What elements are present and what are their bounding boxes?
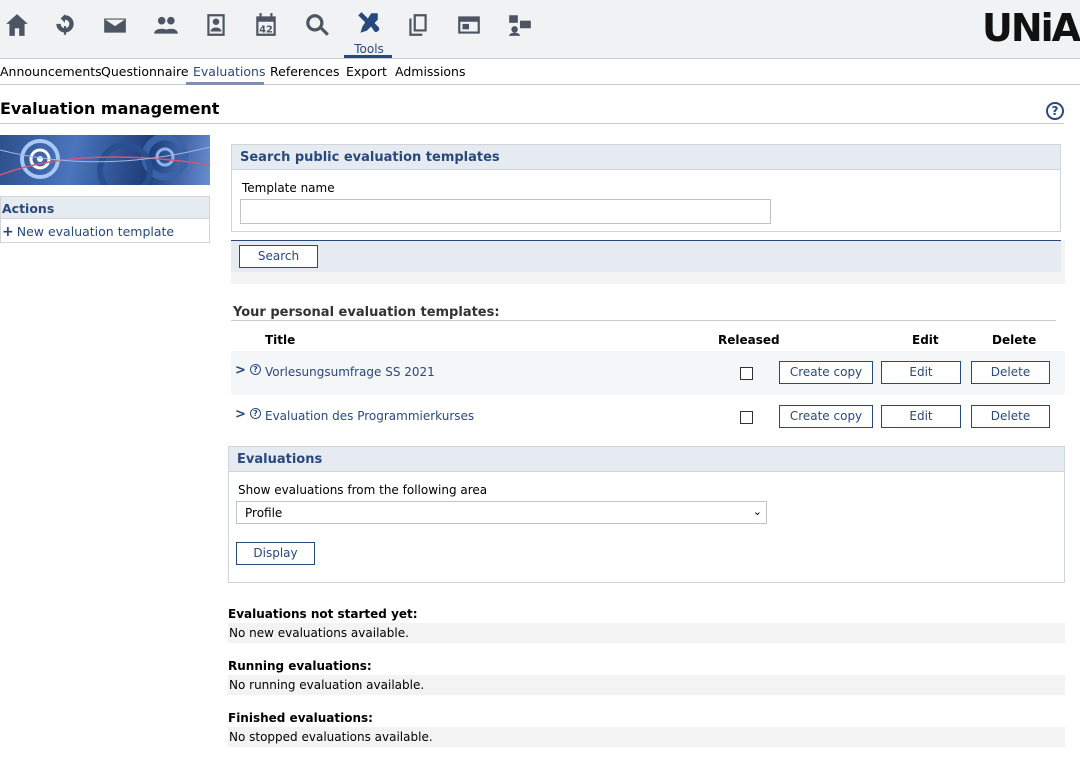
calendar-icon[interactable]: 42: [249, 12, 283, 46]
search-templates-panel: Search public evaluation templates Templ…: [231, 144, 1061, 232]
column-header-released: Released: [718, 333, 780, 347]
tab-export[interactable]: Export: [346, 64, 387, 79]
new-template-label: New evaluation template: [16, 224, 175, 239]
title-divider: [0, 123, 1064, 124]
released-checkbox[interactable]: [740, 411, 753, 424]
top-navigation-bar: 42 Tools UNiA: [0, 0, 1080, 58]
table-row: > ? Evaluation des Programmierkurses Cre…: [231, 395, 1065, 439]
template-title-link[interactable]: Vorlesungsumfrage SS 2021: [265, 365, 435, 379]
home-icon[interactable]: [0, 12, 34, 46]
released-checkbox[interactable]: [740, 367, 753, 380]
tab-admissions[interactable]: Admissions: [395, 64, 466, 79]
search-panel-title: Search public evaluation templates: [232, 145, 1060, 170]
search-icon[interactable]: [300, 12, 334, 46]
running-heading: Running evaluations:: [228, 659, 372, 673]
page-title: Evaluation management: [0, 99, 220, 118]
tools-nav-label[interactable]: Tools: [349, 42, 389, 56]
chat-icon[interactable]: [503, 12, 537, 46]
area-select-value: Profile: [245, 506, 283, 520]
tools-icon[interactable]: [351, 10, 385, 44]
evaluations-panel: Evaluations Show evaluations from the fo…: [228, 446, 1065, 583]
tab-references[interactable]: References: [270, 64, 339, 79]
not-started-message: No new evaluations available.: [228, 623, 1065, 643]
chevron-right-icon[interactable]: >: [235, 363, 246, 378]
university-logo: UNiA: [982, 6, 1080, 50]
chevron-right-icon[interactable]: >: [235, 407, 246, 422]
not-started-heading: Evaluations not started yet:: [228, 607, 418, 621]
sidebar-actions: Actions + New evaluation template: [0, 196, 210, 243]
finished-message: No stopped evaluations available.: [228, 727, 1065, 747]
column-header-title: Title: [265, 333, 296, 347]
activity-icon[interactable]: [48, 12, 82, 46]
template-title-link[interactable]: Evaluation des Programmierkurses: [265, 409, 474, 423]
sidebar-banner-image: [0, 135, 210, 185]
delete-button[interactable]: Delete: [971, 361, 1050, 384]
community-icon[interactable]: [149, 12, 183, 46]
template-name-label: Template name: [242, 181, 335, 195]
running-message: No running evaluation available.: [228, 675, 1065, 695]
table-row: > ? Vorlesungsumfrage SS 2021 Create cop…: [231, 351, 1065, 395]
info-icon[interactable]: ?: [250, 408, 261, 419]
files-icon[interactable]: [401, 12, 435, 46]
column-header-delete: Delete: [992, 333, 1037, 347]
sub-navigation-tabs: Announcements Questionnaire Evaluations …: [0, 58, 1080, 85]
edit-button[interactable]: Edit: [881, 361, 961, 384]
tab-announcements[interactable]: Announcements: [0, 64, 102, 79]
search-button[interactable]: Search: [239, 245, 318, 268]
actions-title: Actions: [1, 197, 209, 219]
search-panel-footer: [231, 240, 1061, 272]
profile-icon[interactable]: [199, 12, 233, 46]
delete-button[interactable]: Delete: [971, 405, 1050, 428]
svg-text:42: 42: [259, 25, 273, 36]
tab-questionnaire[interactable]: Questionnaire: [101, 64, 189, 79]
info-icon[interactable]: ?: [250, 364, 261, 375]
create-copy-button[interactable]: Create copy: [779, 405, 873, 428]
template-name-input[interactable]: [240, 199, 771, 224]
new-evaluation-template-link[interactable]: + New evaluation template: [1, 219, 209, 240]
tab-evaluations[interactable]: Evaluations: [193, 64, 265, 79]
active-tab-indicator: [186, 82, 264, 85]
area-select[interactable]: Profile ⌄: [236, 501, 767, 524]
finished-heading: Finished evaluations:: [228, 711, 373, 725]
column-header-edit: Edit: [912, 333, 939, 347]
evaluations-panel-title: Evaluations: [229, 447, 1064, 472]
plus-icon: +: [2, 224, 14, 240]
personal-templates-heading: Your personal evaluation templates:: [233, 305, 500, 320]
area-select-label: Show evaluations from the following area: [238, 483, 488, 497]
display-button[interactable]: Display: [236, 542, 315, 565]
chevron-down-icon: ⌄: [752, 505, 762, 518]
personal-templates-divider: [231, 320, 1056, 321]
edit-button[interactable]: Edit: [881, 405, 961, 428]
admin-icon[interactable]: [452, 12, 486, 46]
create-copy-button[interactable]: Create copy: [779, 361, 873, 384]
help-icon[interactable]: ?: [1046, 102, 1064, 120]
mail-icon[interactable]: [98, 12, 132, 46]
search-panel-spacer: [231, 272, 1065, 284]
